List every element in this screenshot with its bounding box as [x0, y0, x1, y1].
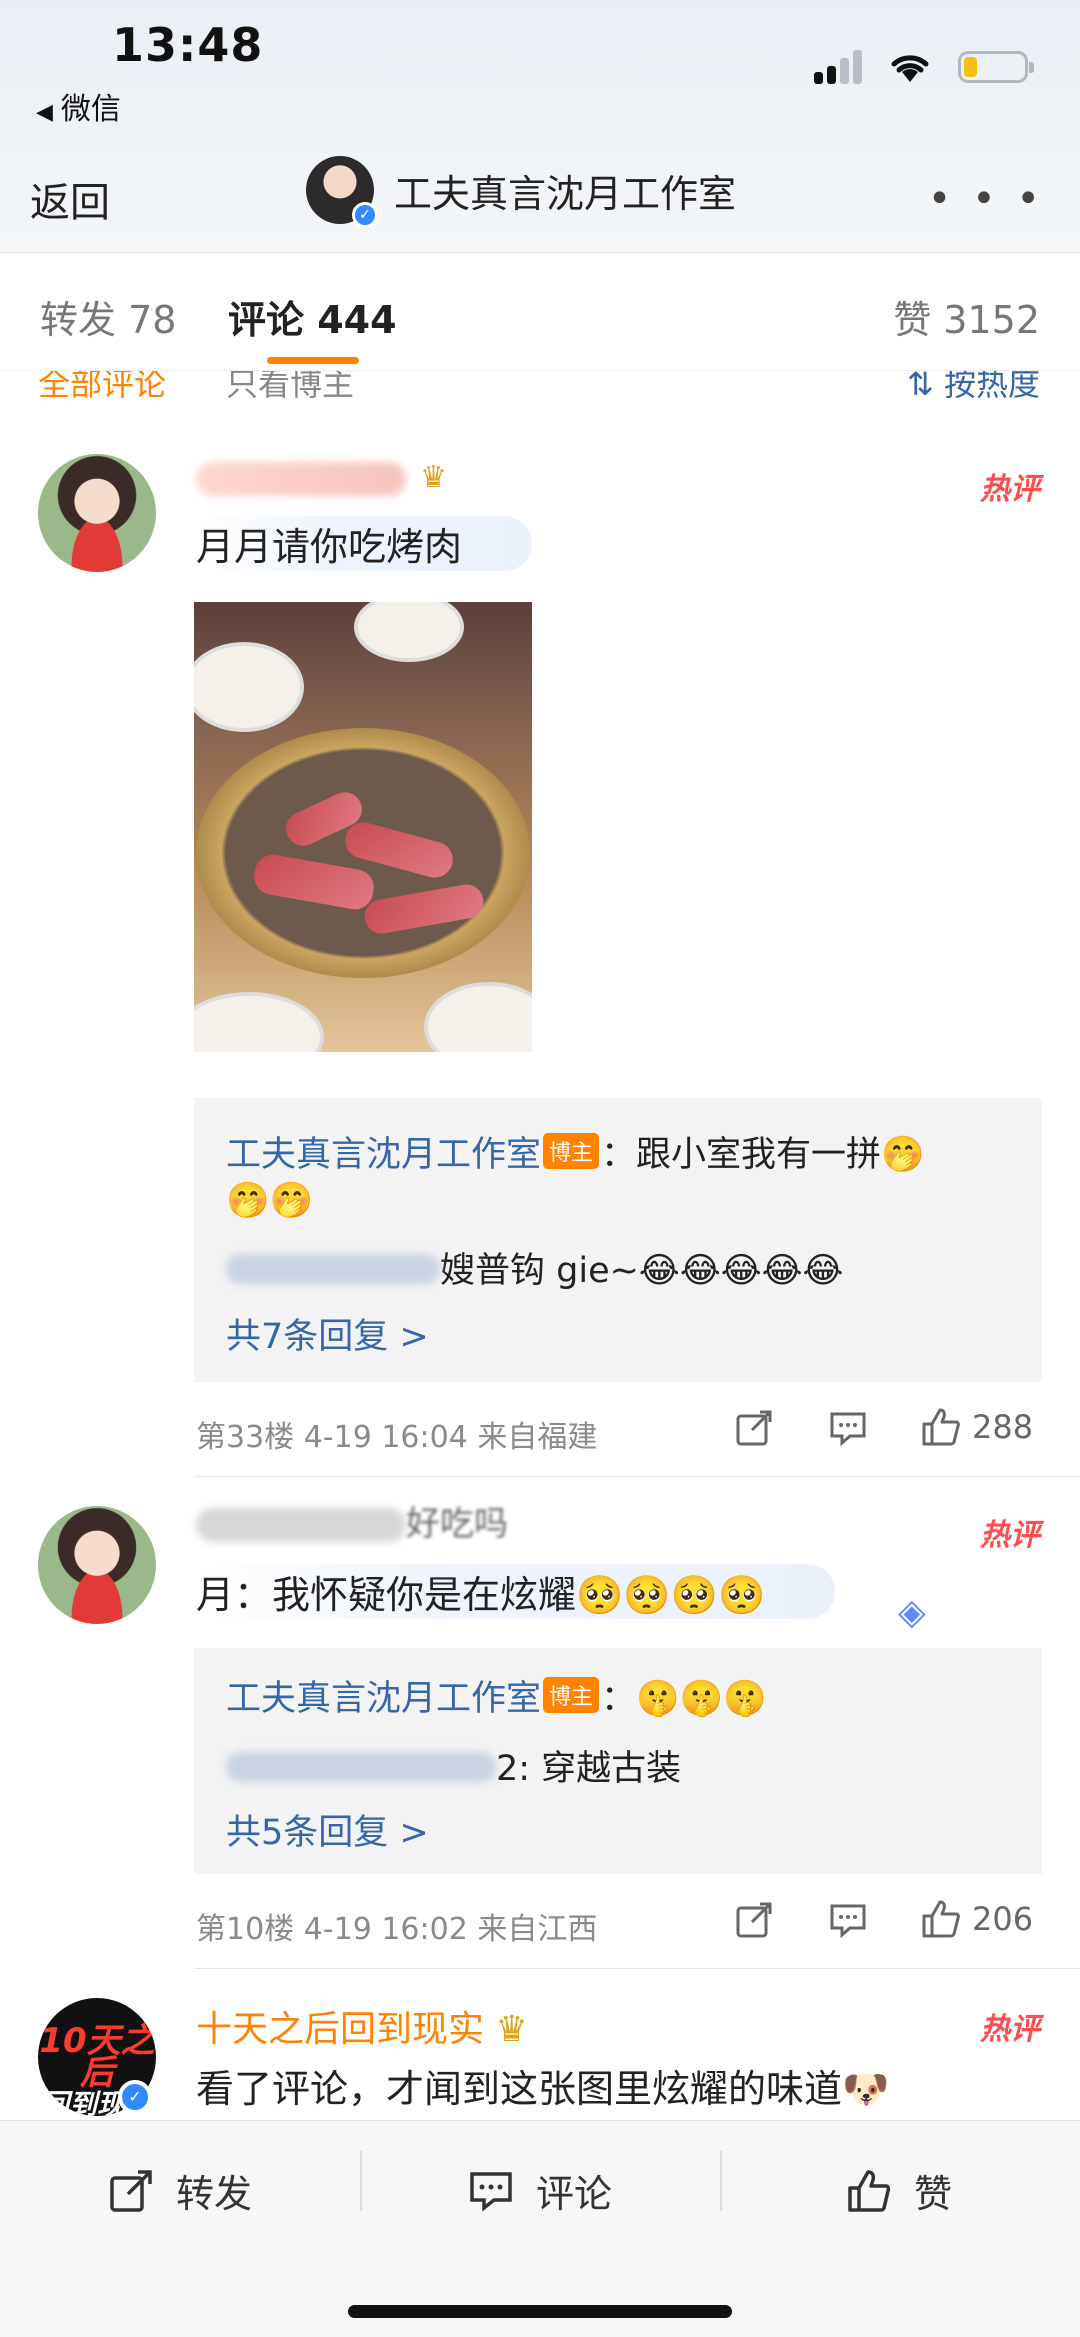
tab-bar: 转发 78 评论 444 赞 3152: [0, 252, 1080, 370]
like-count: 206: [972, 1900, 1034, 1938]
verified-badge-icon: ✓: [118, 2080, 152, 2114]
reply-author[interactable]: 工夫真言沈月工作室: [226, 1135, 541, 1175]
comment-text: 看了评论，才闻到这张图里炫耀的味道🐶: [196, 2067, 890, 2111]
header-area: 13:48 ◀ 微信 返回 ✓ 工夫真言沈月工作室 • • •: [0, 0, 1080, 252]
repost-icon: [110, 2169, 152, 2212]
comment-meta: 第33楼 4-19 16:04 来自福建: [196, 1420, 598, 1455]
reply-line: 嫂普钩 gie~😂😂😂😂😂: [226, 1242, 843, 1293]
filter-all-comments[interactable]: 全部评论: [38, 371, 166, 400]
page-title: 工夫真言沈月工作室: [394, 171, 737, 216]
comment-text: 月月请你吃烤肉: [196, 516, 533, 571]
avatar[interactable]: [38, 1506, 156, 1624]
comment-button[interactable]: 评论: [468, 2163, 612, 2218]
like-button[interactable]: 288: [920, 1406, 1033, 1448]
more-replies-link[interactable]: 共7条回复 >: [226, 1308, 429, 1359]
tab-repost[interactable]: 转发 78: [40, 289, 176, 344]
reply-box[interactable]: 工夫真言沈月工作室 博主 ：跟小室我有一拼🤭 🤭🤭 嫂普钩 gie~😂😂😂😂😂 共7…: [194, 1098, 1042, 1382]
reply-line: 工夫真言沈月工作室 博主 ：🤫🤫🤫: [226, 1670, 767, 1721]
commenter-name-blurred[interactable]: [196, 1508, 406, 1542]
reply-text: 嫂普钩 gie~😂😂😂😂😂: [440, 1251, 844, 1291]
bottom-action-bar: 转发 评论 赞: [0, 2120, 1080, 2337]
reply-text: 2: 穿越古装: [496, 1749, 682, 1789]
hot-comment-tag: 热评: [980, 1518, 1040, 1553]
wifi-icon: [891, 55, 929, 82]
reply-text: ：跟小室我有一拼🤭: [601, 1135, 925, 1175]
dish: [354, 602, 464, 662]
repost-button[interactable]: 转发: [108, 2163, 252, 2218]
reply-author-blurred[interactable]: [226, 1752, 496, 1782]
status-time: 13:48: [112, 18, 264, 72]
commenter-name[interactable]: 十天之后回到现实 ♛: [196, 2000, 528, 2052]
active-tab-indicator: [267, 357, 359, 364]
back-triangle-icon: ◀: [36, 100, 53, 125]
status-icons: [814, 50, 1034, 84]
share-action-icon[interactable]: [734, 1900, 774, 1940]
sort-by-hot[interactable]: ⇅ 按热度: [907, 370, 1040, 400]
comment-label: 评论: [536, 2172, 613, 2216]
back-app-label: 微信: [60, 92, 121, 127]
like-count: 288: [972, 1408, 1034, 1446]
commenter-name-blurred[interactable]: [196, 462, 406, 496]
thumbs-up-icon: [922, 1408, 960, 1446]
thumbs-up-icon: [922, 1900, 960, 1938]
separator: [360, 2151, 362, 2211]
cellular-signal-icon: [814, 50, 862, 84]
sort-label: 按热度: [943, 370, 1040, 400]
more-replies-link[interactable]: 共5条回复 >: [226, 1804, 429, 1855]
hot-comment-tag: 热评: [980, 2012, 1040, 2047]
dish: [194, 642, 304, 732]
reply-author-blurred[interactable]: [226, 1254, 440, 1284]
share-action-icon[interactable]: [734, 1408, 774, 1448]
comment-text: 月：我怀疑你是在炫耀🥺🥺🥺🥺: [196, 1564, 836, 1619]
dish: [424, 982, 532, 1052]
like-label: 赞: [914, 2172, 953, 2216]
like-button[interactable]: 206: [920, 1898, 1033, 1940]
owner-tag: 博主: [543, 1677, 600, 1713]
reply-box[interactable]: 工夫真言沈月工作室 博主 ：🤫🤫🤫 2: 穿越古装 共5条回复 >: [194, 1648, 1042, 1874]
reply-line: 2: 穿越古装: [226, 1740, 681, 1791]
reply-line: 工夫真言沈月工作室 博主 ：跟小室我有一拼🤭: [226, 1126, 925, 1177]
divider: [194, 1968, 1080, 1969]
commenter-name-label: 十天之后回到现实: [196, 2009, 485, 2050]
comment-icon: [470, 2171, 512, 2212]
tab-comments[interactable]: 评论 444: [228, 289, 397, 344]
crown-badge-icon: ♛: [495, 2009, 528, 2050]
nav-center[interactable]: ✓ 工夫真言沈月工作室: [306, 156, 737, 228]
separator: [720, 2151, 722, 2211]
navigation-bar: 返回 ✓ 工夫真言沈月工作室 • • •: [0, 148, 1080, 248]
battery-icon: [958, 51, 1034, 83]
diamond-badge-icon: ◈: [898, 1592, 926, 1633]
reply-text-continued: 🤭🤭: [226, 1181, 314, 1221]
tab-likes[interactable]: 赞 3152: [893, 289, 1040, 344]
reply-author[interactable]: 工夫真言沈月工作室: [226, 1679, 541, 1719]
filter-owner-only[interactable]: 只看博主: [226, 371, 354, 400]
divider: [194, 1476, 1080, 1477]
verified-badge-icon: ✓: [352, 202, 378, 228]
home-indicator: [348, 2305, 732, 2318]
like-post-button[interactable]: 赞: [846, 2163, 952, 2218]
comment-photo[interactable]: [194, 602, 532, 1052]
dish: [194, 992, 324, 1052]
more-options-button[interactable]: • • •: [928, 176, 1044, 222]
comment-meta: 第10楼 4-19 16:02 来自江西: [196, 1912, 598, 1947]
comment-filter-bar: 全部评论 只看博主 ⇅ 按热度: [0, 370, 1080, 400]
studio-avatar[interactable]: ✓: [306, 156, 378, 228]
repost-label: 转发: [176, 2172, 253, 2216]
reply-text: ：🤫🤫🤫: [601, 1679, 767, 1719]
thumbs-up-icon: [848, 2169, 891, 2212]
commenter-name-partial: 好吃吗: [406, 1504, 508, 1544]
back-button[interactable]: 返回: [30, 170, 110, 228]
reply-action-icon[interactable]: [828, 1900, 868, 1940]
owner-tag: 博主: [543, 1133, 600, 1169]
back-to-app[interactable]: ◀ 微信: [36, 84, 121, 128]
crown-badge-icon: ♛: [420, 460, 447, 495]
hot-comment-tag: 热评: [980, 472, 1040, 507]
reply-action-icon[interactable]: [828, 1408, 868, 1448]
sort-icon: ⇅: [907, 370, 934, 400]
avatar[interactable]: [38, 454, 156, 572]
